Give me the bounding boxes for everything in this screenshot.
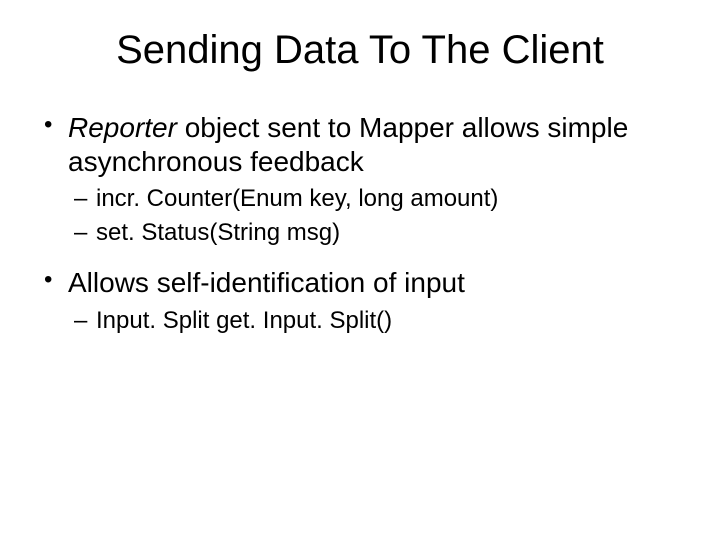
sub-bullet-item: incr. Counter(Enum key, long amount) bbox=[68, 184, 680, 214]
slide: Sending Data To The Client Reporter obje… bbox=[0, 0, 720, 540]
bullet-item: Reporter object sent to Mapper allows si… bbox=[40, 111, 680, 248]
bullet-italic-prefix: Reporter bbox=[68, 112, 177, 143]
sub-bullet-item: set. Status(String msg) bbox=[68, 218, 680, 248]
sub-bullet-list: incr. Counter(Enum key, long amount) set… bbox=[68, 184, 680, 248]
slide-body: Reporter object sent to Mapper allows si… bbox=[0, 111, 720, 336]
sub-bullet-list: Input. Split get. Input. Split() bbox=[68, 306, 680, 336]
bullet-text: Allows self-identification of input bbox=[68, 267, 465, 298]
slide-title: Sending Data To The Client bbox=[0, 0, 720, 93]
sub-bullet-item: Input. Split get. Input. Split() bbox=[68, 306, 680, 336]
bullet-list: Reporter object sent to Mapper allows si… bbox=[40, 111, 680, 336]
bullet-item: Allows self-identification of input Inpu… bbox=[40, 266, 680, 336]
